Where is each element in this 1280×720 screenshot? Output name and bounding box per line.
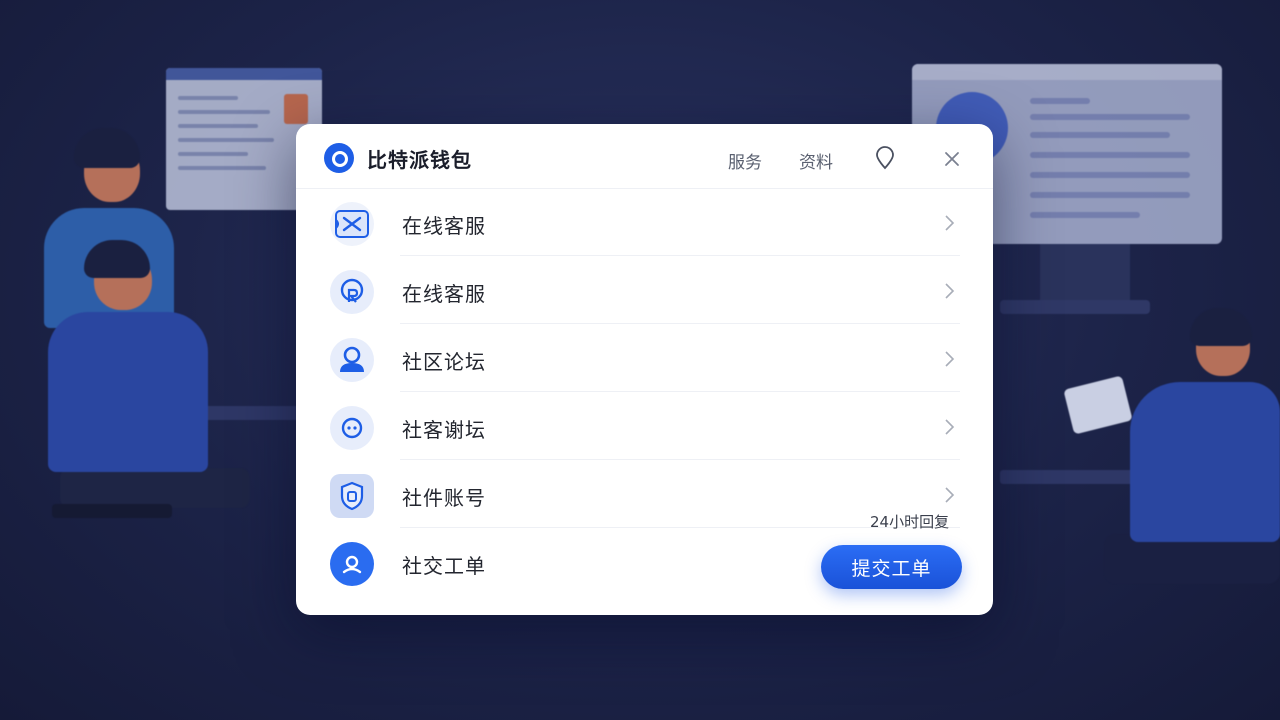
location-user-icon [330,542,374,586]
list-item-online-service[interactable]: 在线客服 [296,188,993,256]
chevron-right-icon [945,351,955,367]
list-item-community-forum[interactable]: 社区论坛 [296,324,993,392]
user-profile-icon [330,338,374,382]
list-item-online-service-2[interactable]: 在线客服 [296,256,993,324]
app-title: 比特派钱包 [367,148,472,172]
ticket-chat-icon [330,202,374,246]
chevron-right-icon [945,487,955,503]
headset-support-icon [330,270,374,314]
chevron-right-icon [945,419,955,435]
nav-services-link[interactable]: 服务 [728,148,762,173]
chevron-right-icon [945,215,955,231]
wallet-logo-icon [324,143,354,173]
list-item-label: 社区论坛 [402,350,486,374]
nav-info-link[interactable]: 资料 [799,148,833,173]
list-item-label: 在线客服 [402,214,486,238]
list-item-label: 社交工单 [402,554,486,578]
chevron-right-icon [945,283,955,299]
support-dialog: 比特派钱包 服务 资料 在线客服 在线客服 社区论坛 社客谢坛 社件账号 社交工… [296,124,993,615]
list-item-label: 在线客服 [402,282,486,306]
location-pin-icon[interactable] [874,146,896,170]
list-item-label: 社客谢坛 [402,418,486,442]
list-item-label: 社件账号 [402,486,486,510]
dialog-header: 比特派钱包 服务 资料 [296,124,993,189]
submit-ticket-button[interactable]: 提交工单 [821,545,962,589]
chat-bubble-icon [330,406,374,450]
close-icon[interactable] [941,148,963,170]
list-item-guest-forum[interactable]: 社客谢坛 [296,392,993,460]
reply-time-note: 24小时回复 [870,513,950,531]
shield-account-icon [330,474,374,518]
